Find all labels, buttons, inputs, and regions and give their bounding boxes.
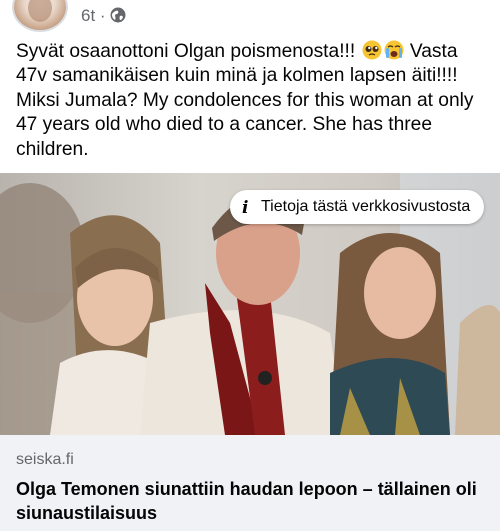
pleading-face-icon: [362, 40, 382, 60]
globe-icon: [110, 7, 126, 23]
site-info-button[interactable]: i Tietoja tästä verkkosivustosta: [230, 190, 484, 224]
post-timestamp[interactable]: 6t ·: [81, 6, 106, 26]
site-info-label: Tietoja tästä verkkosivustosta: [261, 198, 471, 215]
link-headline[interactable]: Olga Temonen siunattiin haudan lepoon – …: [16, 477, 486, 525]
link-preview-card[interactable]: i Tietoja tästä verkkosivustosta seiska.…: [0, 173, 500, 531]
link-caption[interactable]: seiska.fi Olga Temonen siunattiin haudan…: [0, 435, 500, 531]
avatar[interactable]: [12, 0, 68, 32]
post-header: 6t ·: [0, 0, 500, 34]
link-domain: seiska.fi: [16, 451, 74, 468]
post-text: Syvät osaanottoni Olgan poismenosta!!! V…: [16, 40, 488, 162]
post-text-part1: Syvät osaanottoni Olgan poismenosta!!!: [16, 41, 361, 62]
crying-face-icon: [384, 40, 404, 60]
info-icon: i: [242, 198, 249, 218]
article-photo[interactable]: i Tietoja tästä verkkosivustosta: [0, 173, 500, 435]
